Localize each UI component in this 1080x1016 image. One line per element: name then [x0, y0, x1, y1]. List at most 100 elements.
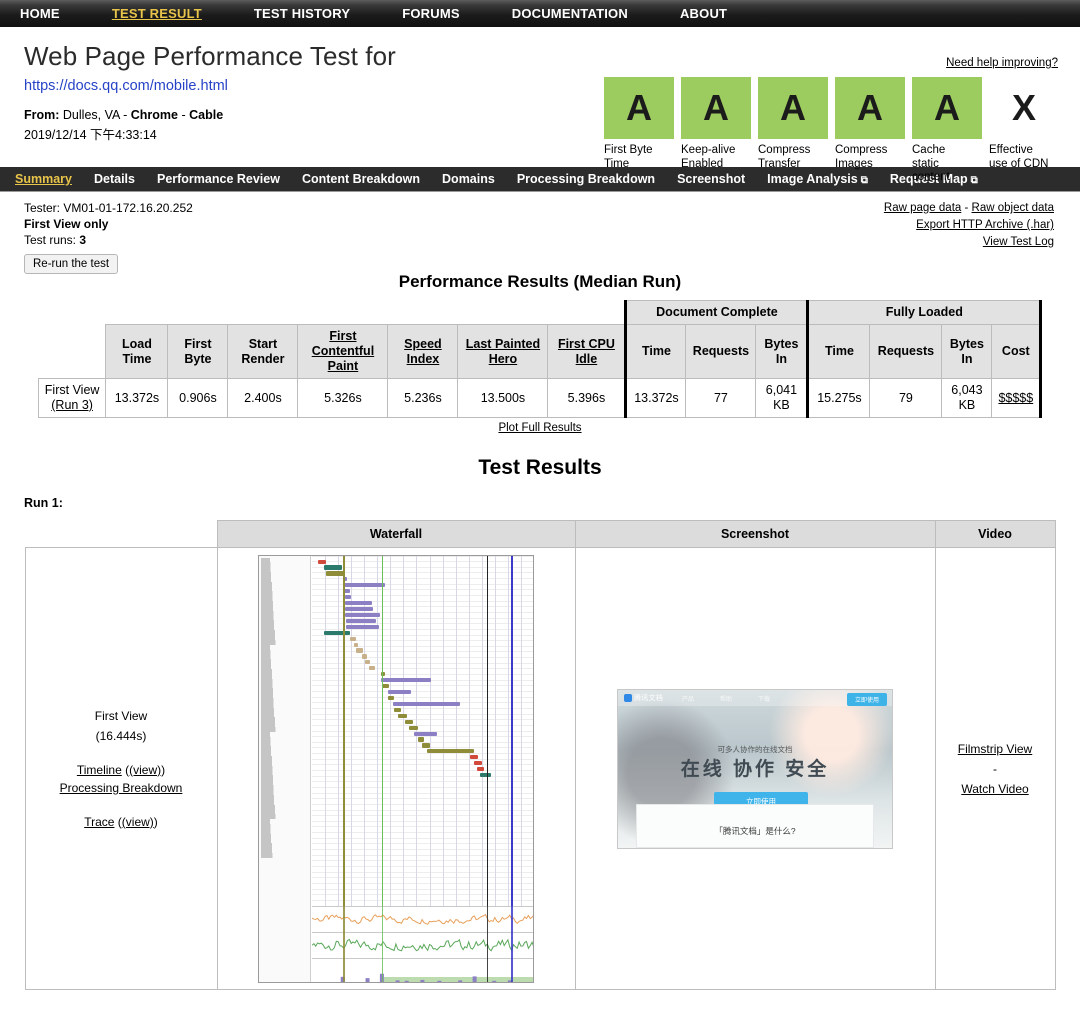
waterfall-row-gridline [312, 786, 533, 788]
grade-letter: A [912, 77, 982, 139]
table-row: First View (Run 3) 13.372s 0.906s 2.400s… [37, 378, 1043, 418]
waterfall-request-bar [381, 678, 431, 683]
waterfall-row-gridline [312, 803, 533, 805]
nav-item-test-history[interactable]: TEST HISTORY [254, 6, 374, 21]
filmstrip-view-link[interactable]: Filmstrip View [958, 742, 1032, 756]
waterfall-row-gridline [312, 572, 533, 574]
waterfall-time-gridline [416, 555, 418, 906]
run-header-waterfall: Waterfall [216, 520, 576, 548]
waterfall-request-bar [345, 606, 374, 612]
subnav-item-label: Summary [15, 172, 72, 186]
row-label-first-view: First View (Run 3) [37, 378, 107, 418]
need-help-improving-link[interactable]: Need help improving? [946, 57, 1058, 69]
col-speed-index[interactable]: Speed Index [387, 324, 459, 379]
plot-full-results-link[interactable]: Plot Full Results [498, 422, 581, 434]
waterfall-request-bar [473, 761, 482, 766]
group-spacer [167, 300, 228, 325]
col-last-painted-hero[interactable]: Last Painted Hero [457, 324, 549, 379]
export-har-link[interactable]: Export HTTP Archive (.har) [916, 219, 1054, 231]
value-fl-time: 15.275s [806, 378, 871, 418]
waterfall-row-gridline [312, 651, 533, 653]
waterfall-request-bar [345, 624, 379, 629]
grade-summary: A First Byte Time A Keep-alive Enabled A Comp… [604, 77, 1064, 185]
subnav-item-performance-review[interactable]: Performance Review [157, 172, 280, 186]
waterfall-row-gridline [312, 566, 533, 568]
nav-item-forums[interactable]: FORUMS [402, 6, 484, 21]
col-first-cpu-idle[interactable]: First CPU Idle [547, 324, 627, 379]
col-load-time: Load Time [105, 324, 169, 379]
screenshot-site-topbar: 腾讯文档 产品 帮助 下载 立即使用 [618, 689, 892, 706]
waterfall-request-bar [317, 559, 326, 564]
grade-letter: A [604, 77, 674, 139]
waterfall-time-gridline [442, 555, 444, 906]
waterfall-row-gridline [312, 832, 533, 834]
view-test-log-link[interactable]: View Test Log [983, 236, 1054, 248]
waterfall-request-bar [353, 642, 359, 647]
waterfall-row-gridline [312, 860, 533, 862]
subnav-item-content-breakdown[interactable]: Content Breakdown [302, 172, 420, 186]
screenshot-cell[interactable]: 腾讯文档 产品 帮助 下载 立即使用 可多人协作的在线文档 在线 协作 安全 立即使… [574, 547, 936, 990]
screenshot-site-name: 腾讯文档 [634, 694, 664, 702]
raw-page-data-link[interactable]: Raw page data [884, 202, 961, 214]
run-header-video: Video [934, 520, 1056, 548]
trace-view-link[interactable]: ((view)) [118, 815, 158, 829]
rerun-test-button[interactable]: Re-run the test [24, 254, 119, 274]
grade-card-cache-static-content[interactable]: A Cache static content [912, 77, 987, 185]
value-dc-requests: 77 [685, 378, 757, 418]
subnav-item-label: Domains [442, 172, 495, 186]
value-first-cpu-idle: 5.396s [547, 378, 627, 418]
waterfall-row-gridline [312, 645, 533, 647]
grade-card-keep-alive-enabled[interactable]: A Keep-alive Enabled [681, 77, 756, 185]
watch-video-link[interactable]: Watch Video [961, 782, 1028, 796]
test-data-links: Raw page data - Raw object data Export H… [884, 200, 1054, 251]
timeline-link[interactable]: Timeline [77, 763, 122, 777]
nav-item-documentation[interactable]: DOCUMENTATION [512, 6, 652, 21]
waterfall-row-gridline [312, 617, 533, 619]
results-group-header-row: Document Complete Fully Loaded [38, 300, 1043, 325]
trace-link[interactable]: Trace [84, 815, 114, 829]
video-links-dash: - [993, 761, 997, 776]
waterfall-row-gridline [312, 820, 533, 822]
waterfall-request-bar [344, 595, 352, 600]
grade-card-compress-transfer[interactable]: A Compress Transfer [758, 77, 833, 185]
run-header-screenshot: Screenshot [574, 520, 936, 548]
subnav-item-summary[interactable]: Summary [15, 172, 72, 186]
grade-card-first-byte-time[interactable]: A First Byte Time [604, 77, 679, 185]
waterfall-request-bar [324, 630, 350, 635]
row-label-run-link[interactable]: (Run 3) [51, 398, 93, 412]
nav-item-test-result[interactable]: TEST RESULT [112, 6, 226, 21]
group-spacer [105, 300, 168, 325]
raw-object-data-link[interactable]: Raw object data [972, 202, 1054, 214]
waterfall-chart[interactable] [258, 554, 534, 983]
group-header-document-complete: Document Complete [624, 300, 809, 325]
waterfall-row-gridline [312, 877, 533, 879]
subnav-item-domains[interactable]: Domains [442, 172, 495, 186]
value-dc-bytes-in: 6,041 KB [755, 378, 809, 418]
grade-letter: X [1011, 87, 1036, 128]
waterfall-row-gridline [312, 837, 533, 839]
col-fl-bytes-in: Bytes In [941, 324, 993, 379]
grade-card-compress-images[interactable]: A Compress Images [835, 77, 910, 185]
test-runs-value: 3 [79, 233, 87, 247]
screenshot-headline: 在线 协作 安全 [680, 758, 830, 780]
nav-item-about[interactable]: ABOUT [680, 6, 751, 21]
from-sep-2: - [178, 108, 190, 122]
timeline-view-link[interactable]: ((view)) [125, 763, 165, 777]
col-first-contentful-paint[interactable]: First Contentful Paint [297, 324, 389, 379]
row-label-line1: First View [44, 383, 100, 397]
waterfall-cell[interactable] [216, 547, 576, 990]
waterfall-request-labels [259, 555, 311, 982]
waterfall-request-bar [349, 636, 356, 641]
grade-card-effective-use-of-cdn[interactable]: X Effective use of CDN [989, 77, 1064, 185]
screenshot-nav-link: 产品 [682, 696, 695, 703]
screenshot-nav-link: 帮助 [720, 696, 733, 703]
nav-item-home[interactable]: HOME [20, 6, 84, 21]
group-spacer [297, 300, 388, 325]
page-screenshot-thumbnail[interactable]: 腾讯文档 产品 帮助 下载 立即使用 可多人协作的在线文档 在线 协作 安全 立即使… [617, 688, 893, 849]
subnav-item-details[interactable]: Details [94, 172, 135, 186]
value-cost[interactable]: $$$$$ [991, 378, 1043, 418]
processing-breakdown-link[interactable]: Processing Breakdown [60, 781, 183, 795]
grade-caption: Keep-alive Enabled [681, 144, 736, 170]
group-spacer [547, 300, 626, 325]
